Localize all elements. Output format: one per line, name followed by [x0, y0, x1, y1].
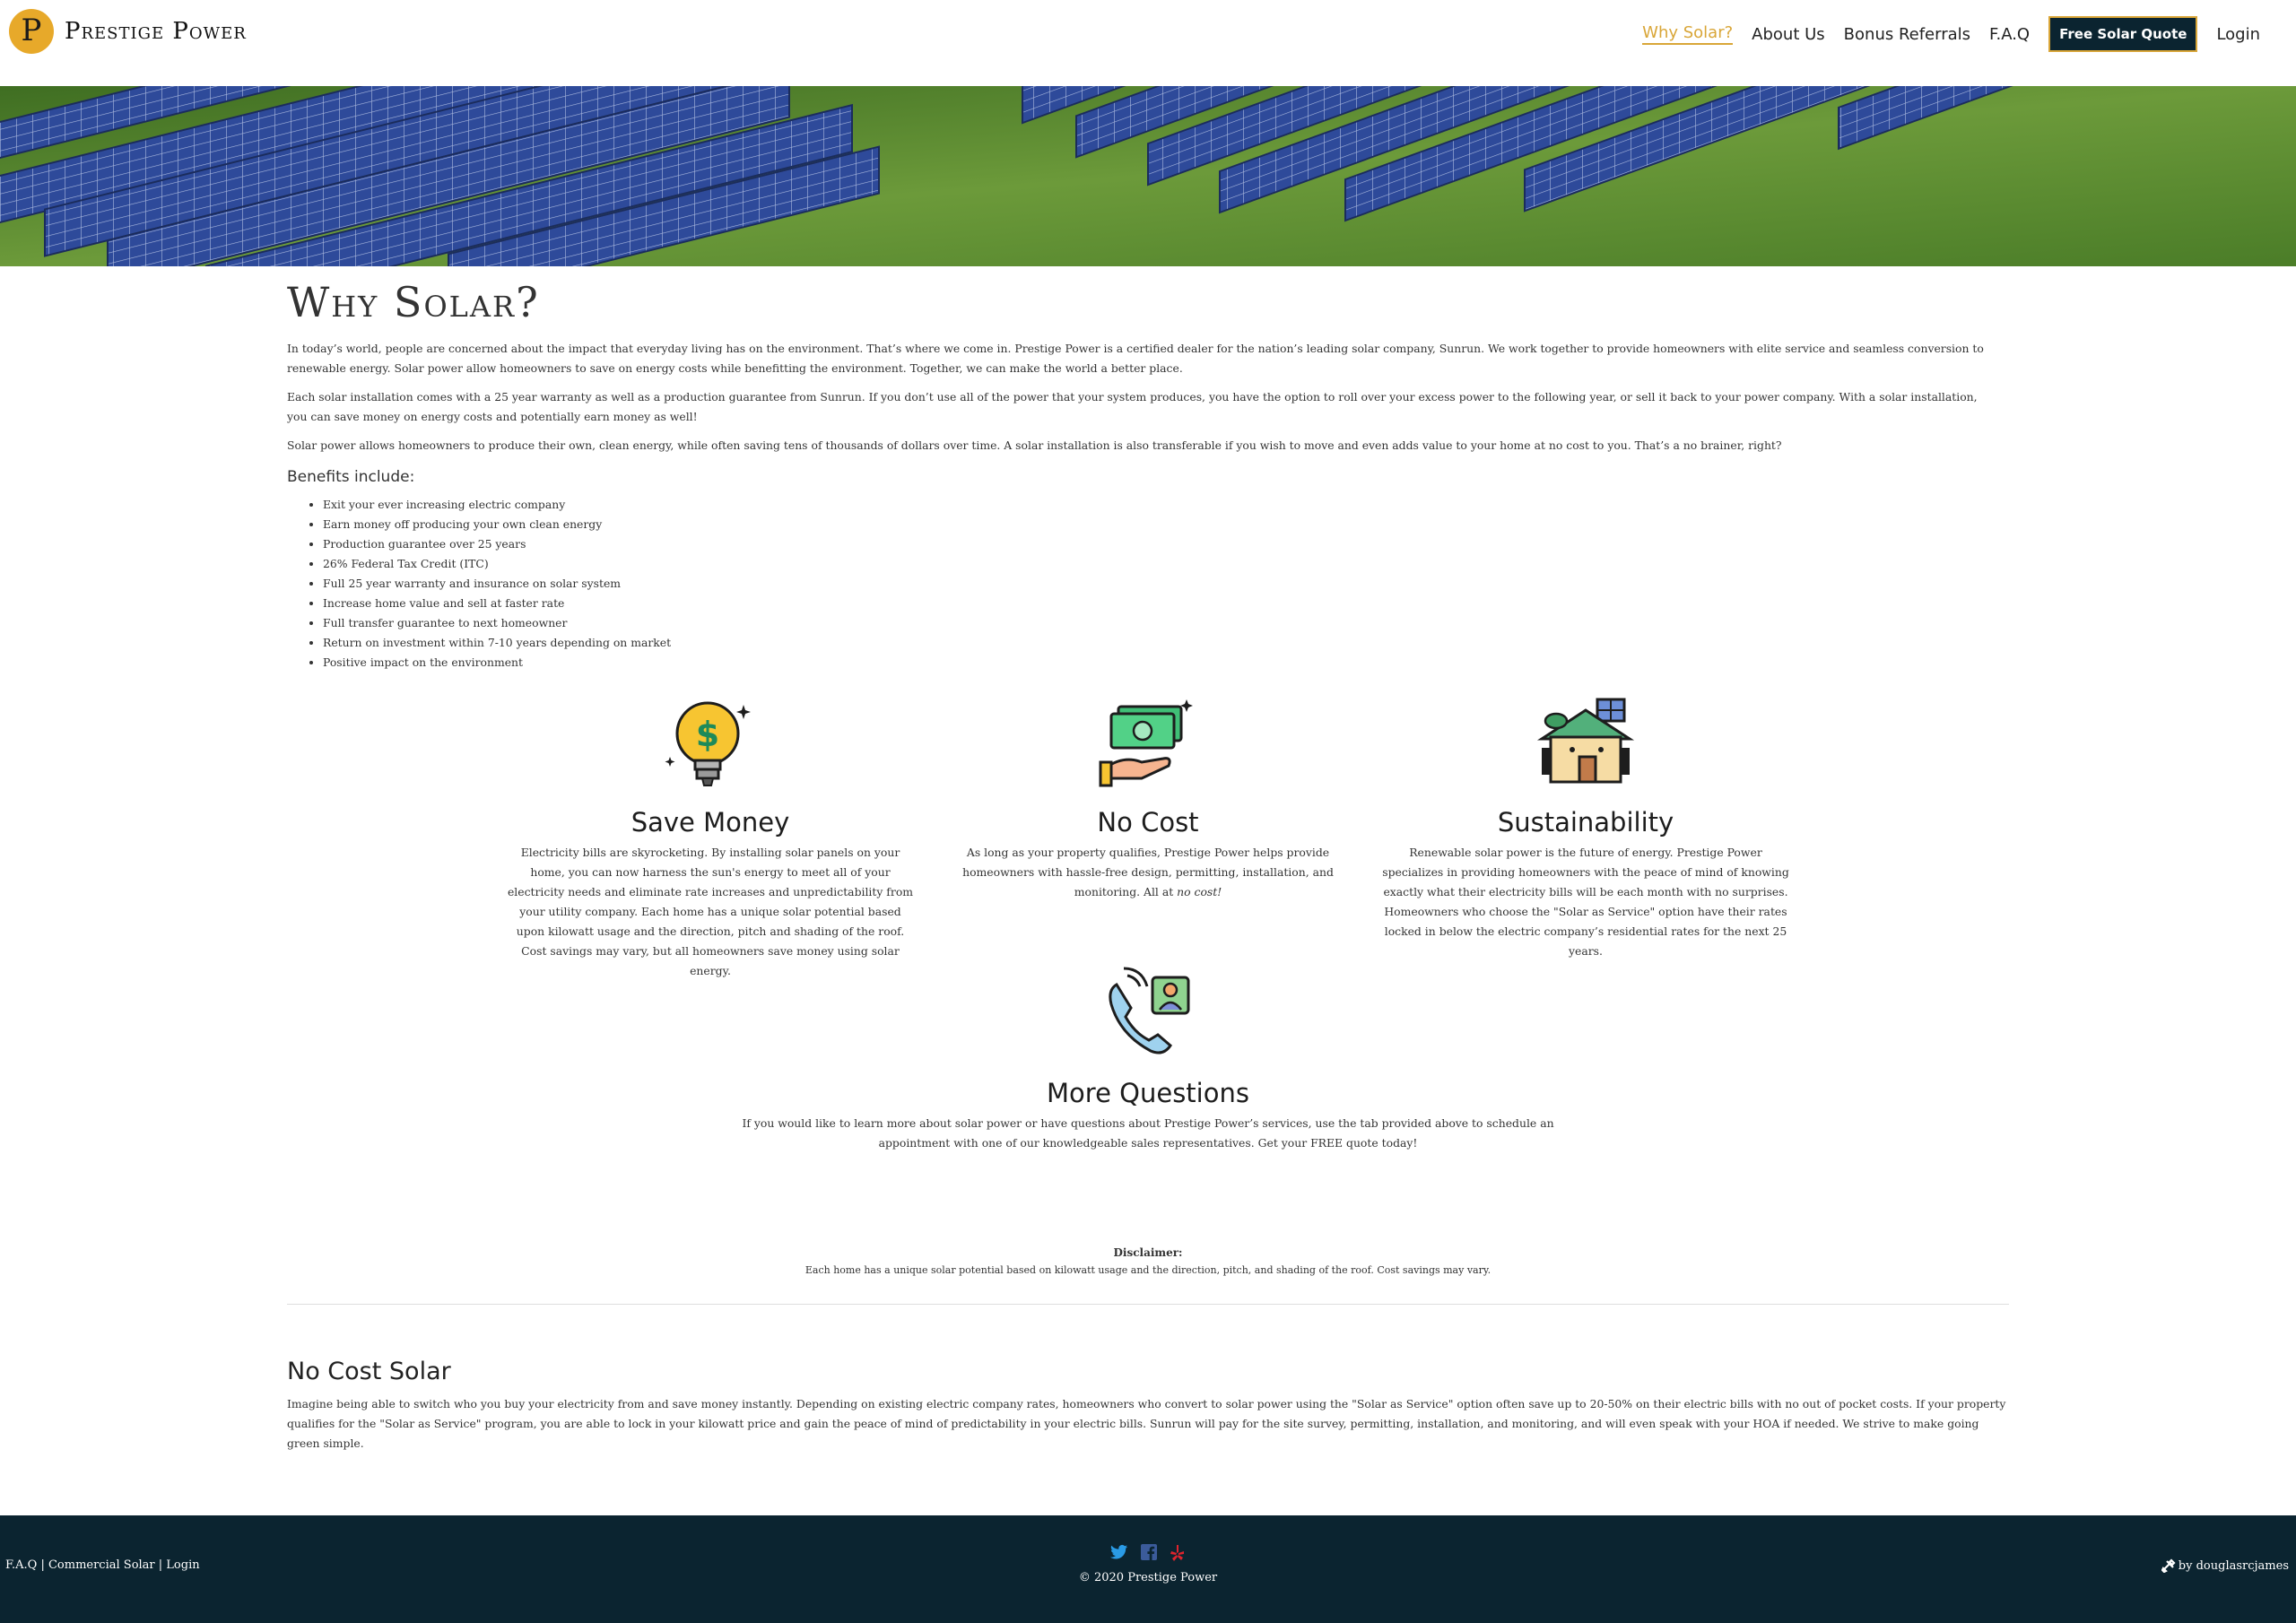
- list-item: Full transfer guarantee to next homeowne…: [323, 613, 2009, 633]
- svg-text:$: $: [696, 715, 719, 754]
- list-item: Return on investment within 7-10 years d…: [323, 633, 2009, 653]
- benefits-list: Exit your ever increasing electric compa…: [323, 495, 2009, 673]
- copyright: © 2020 Prestige Power: [1078, 1571, 1218, 1584]
- developer-credit[interactable]: by douglasrcjames: [2161, 1558, 2289, 1573]
- site-footer: F.A.Q | Commercial Solar | Login © 2020 …: [0, 1515, 2296, 1623]
- feature-text: Electricity bills are skyrocketing. By i…: [507, 846, 914, 977]
- disclaimer-text: Each home has a unique solar potential b…: [804, 1264, 1492, 1276]
- feature-text: Renewable solar power is the future of e…: [1382, 846, 1789, 958]
- section-divider: [287, 1304, 2009, 1305]
- logo[interactable]: P Prestige Power: [9, 9, 247, 54]
- feature-save-money: $ Save Money Electricity bills are skyro…: [504, 694, 917, 981]
- feature-text: If you would like to learn more about so…: [742, 1116, 1554, 1150]
- page-title: Why Solar?: [287, 278, 540, 326]
- free-solar-quote-button[interactable]: Free Solar Quote: [2048, 16, 2198, 52]
- main-content: Why Solar? In today’s world, people are …: [287, 278, 2009, 673]
- cash-hand-icon: [1099, 699, 1193, 787]
- savings-paragraph: Solar power allows homeowners to produce…: [287, 438, 1782, 452]
- feature-title: No Cost: [1097, 807, 1199, 838]
- footer-center: © 2020 Prestige Power: [969, 1544, 1327, 1584]
- hero-solar-field-image: [0, 86, 2296, 266]
- wrench-icon: [2161, 1558, 2176, 1573]
- nav-why-solar[interactable]: Why Solar?: [1642, 23, 1734, 45]
- feature-title: Save Money: [631, 807, 790, 838]
- benefits-title: Benefits include:: [287, 468, 415, 486]
- feature-title: More Questions: [1047, 1078, 1249, 1108]
- solar-house-icon: [1536, 698, 1635, 784]
- list-item: Full 25 year warranty and insurance on s…: [323, 574, 2009, 594]
- solar-field-illustration: [0, 86, 2296, 266]
- feature-text-emphasis: no cost!: [1177, 885, 1222, 898]
- warranty-paragraph: Each solar installation comes with a 25 …: [287, 390, 1978, 423]
- section-title: No Cost Solar: [287, 1358, 451, 1385]
- list-item: Earn money off producing your own clean …: [323, 515, 2009, 534]
- no-cost-solar-section: No Cost Solar Imagine being able to swit…: [287, 1358, 2009, 1454]
- footer-link-login[interactable]: Login: [166, 1558, 199, 1572]
- footer-separator: |: [37, 1558, 48, 1572]
- list-item: 26% Federal Tax Credit (ITC): [323, 554, 2009, 574]
- footer-separator: |: [154, 1558, 167, 1572]
- list-item: Positive impact on the environment: [323, 653, 2009, 673]
- footer-link-faq[interactable]: F.A.Q: [5, 1558, 37, 1572]
- nav-bonus-referrals[interactable]: Bonus Referrals: [1844, 25, 1970, 44]
- logo-sun-icon: P: [9, 9, 54, 54]
- facebook-icon[interactable]: [1141, 1544, 1157, 1560]
- lightbulb-dollar-icon: $: [665, 701, 751, 786]
- list-item: Increase home value and sell at faster r…: [323, 594, 2009, 613]
- nav-faq[interactable]: F.A.Q: [1989, 25, 2030, 44]
- list-item: Exit your ever increasing electric compa…: [323, 495, 2009, 515]
- feature-title: Sustainability: [1497, 807, 1674, 838]
- feature-no-cost: No Cost As long as your property qualifi…: [942, 694, 1354, 902]
- logo-letter: P: [21, 13, 42, 48]
- social-links: [969, 1544, 1327, 1562]
- feature-text: As long as your property qualifies, Pres…: [942, 843, 1354, 902]
- feature-sustainability: Sustainability Renewable solar power is …: [1379, 694, 1792, 961]
- phone-contact-icon: [1109, 967, 1190, 1055]
- disclaimer: Disclaimer: Each home has a unique solar…: [287, 1245, 2009, 1279]
- site-header: P Prestige Power Why Solar? About Us Bon…: [0, 0, 2296, 86]
- feature-more-questions: More Questions If you would like to lear…: [726, 965, 1570, 1153]
- nav-about-us[interactable]: About Us: [1752, 25, 1825, 44]
- disclaimer-label: Disclaimer:: [1113, 1246, 1183, 1259]
- footer-link-commercial-solar[interactable]: Commercial Solar: [48, 1558, 155, 1572]
- section-text: Imagine being able to switch who you buy…: [287, 1397, 2006, 1450]
- credit-text: by douglasrcjames: [2178, 1558, 2289, 1573]
- list-item: Production guarantee over 25 years: [323, 534, 2009, 554]
- twitter-icon[interactable]: [1110, 1544, 1128, 1560]
- nav-login[interactable]: Login: [2216, 25, 2260, 44]
- main-nav: Why Solar? About Us Bonus Referrals F.A.…: [1623, 16, 2260, 52]
- intro-paragraph: In today’s world, people are concerned a…: [287, 342, 1984, 375]
- footer-links: F.A.Q | Commercial Solar | Login: [5, 1558, 200, 1572]
- feature-text-main: As long as your property qualifies, Pres…: [962, 846, 1334, 898]
- brand-name: Prestige Power: [65, 18, 247, 45]
- yelp-icon[interactable]: [1170, 1544, 1186, 1562]
